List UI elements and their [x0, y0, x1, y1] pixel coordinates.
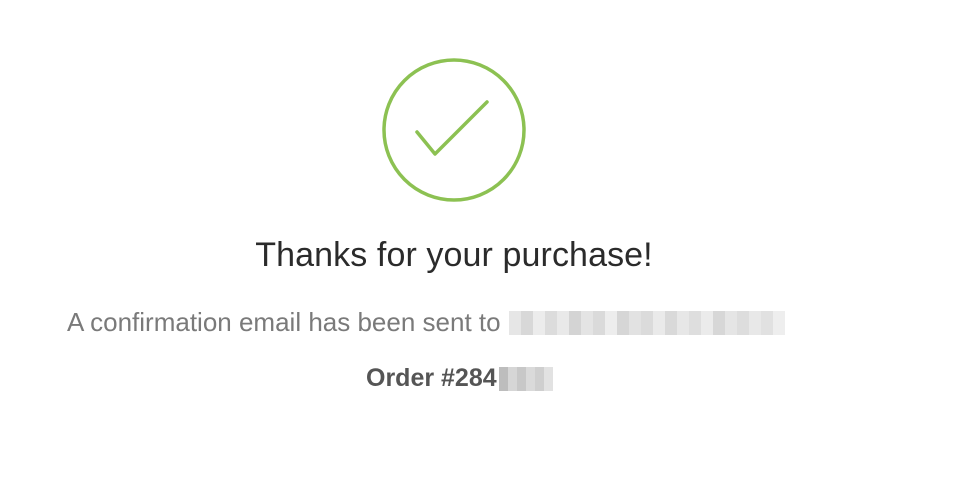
- page-title: Thanks for your purchase!: [255, 236, 653, 274]
- redacted-order-digits: [498, 366, 553, 391]
- purchase-confirmation-page: Thanks for your purchase! A confirmation…: [0, 0, 970, 492]
- redacted-email: [508, 310, 785, 335]
- email-confirmation-text: A confirmation email has been sent to: [67, 307, 501, 337]
- order-number-text: Order #284: [366, 364, 497, 392]
- order-number: Order #284: [366, 364, 553, 393]
- email-confirmation-message: A confirmation email has been sent to: [67, 307, 785, 338]
- checkmark-circle-icon: [382, 58, 526, 202]
